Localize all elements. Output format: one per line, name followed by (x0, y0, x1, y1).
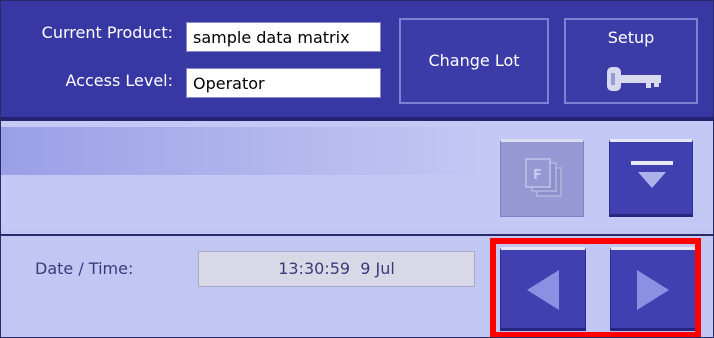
section-divider (1, 234, 713, 236)
previous-button[interactable] (500, 247, 586, 331)
current-product-label: Current Product: (41, 23, 173, 42)
toolbar: F (1, 121, 713, 229)
files-icon: F (525, 158, 562, 197)
current-product-field[interactable]: sample data matrix (186, 22, 381, 52)
toolbar-gradient (1, 127, 491, 175)
dropdown-icon (631, 161, 673, 188)
datetime-display: 13:30:59 9 Jul (198, 251, 475, 287)
svg-text:F: F (533, 168, 542, 183)
right-arrow-icon (637, 270, 669, 310)
change-lot-label: Change Lot (428, 51, 520, 70)
setup-label: Setup (607, 28, 655, 47)
change-lot-button[interactable]: Change Lot (399, 18, 549, 104)
access-level-label: Access Level: (65, 71, 173, 90)
files-button[interactable]: F (500, 139, 584, 217)
next-button[interactable] (610, 247, 696, 331)
key-icon (607, 67, 661, 91)
header-panel: Current Product: sample data matrix Acce… (1, 1, 713, 121)
datetime-label: Date / Time: (35, 259, 134, 278)
dropdown-button[interactable] (609, 139, 693, 217)
setup-button[interactable]: Setup (564, 18, 698, 104)
left-arrow-icon (527, 270, 559, 310)
app-window: Current Product: sample data matrix Acce… (0, 0, 714, 338)
access-level-field[interactable]: Operator (186, 68, 381, 98)
